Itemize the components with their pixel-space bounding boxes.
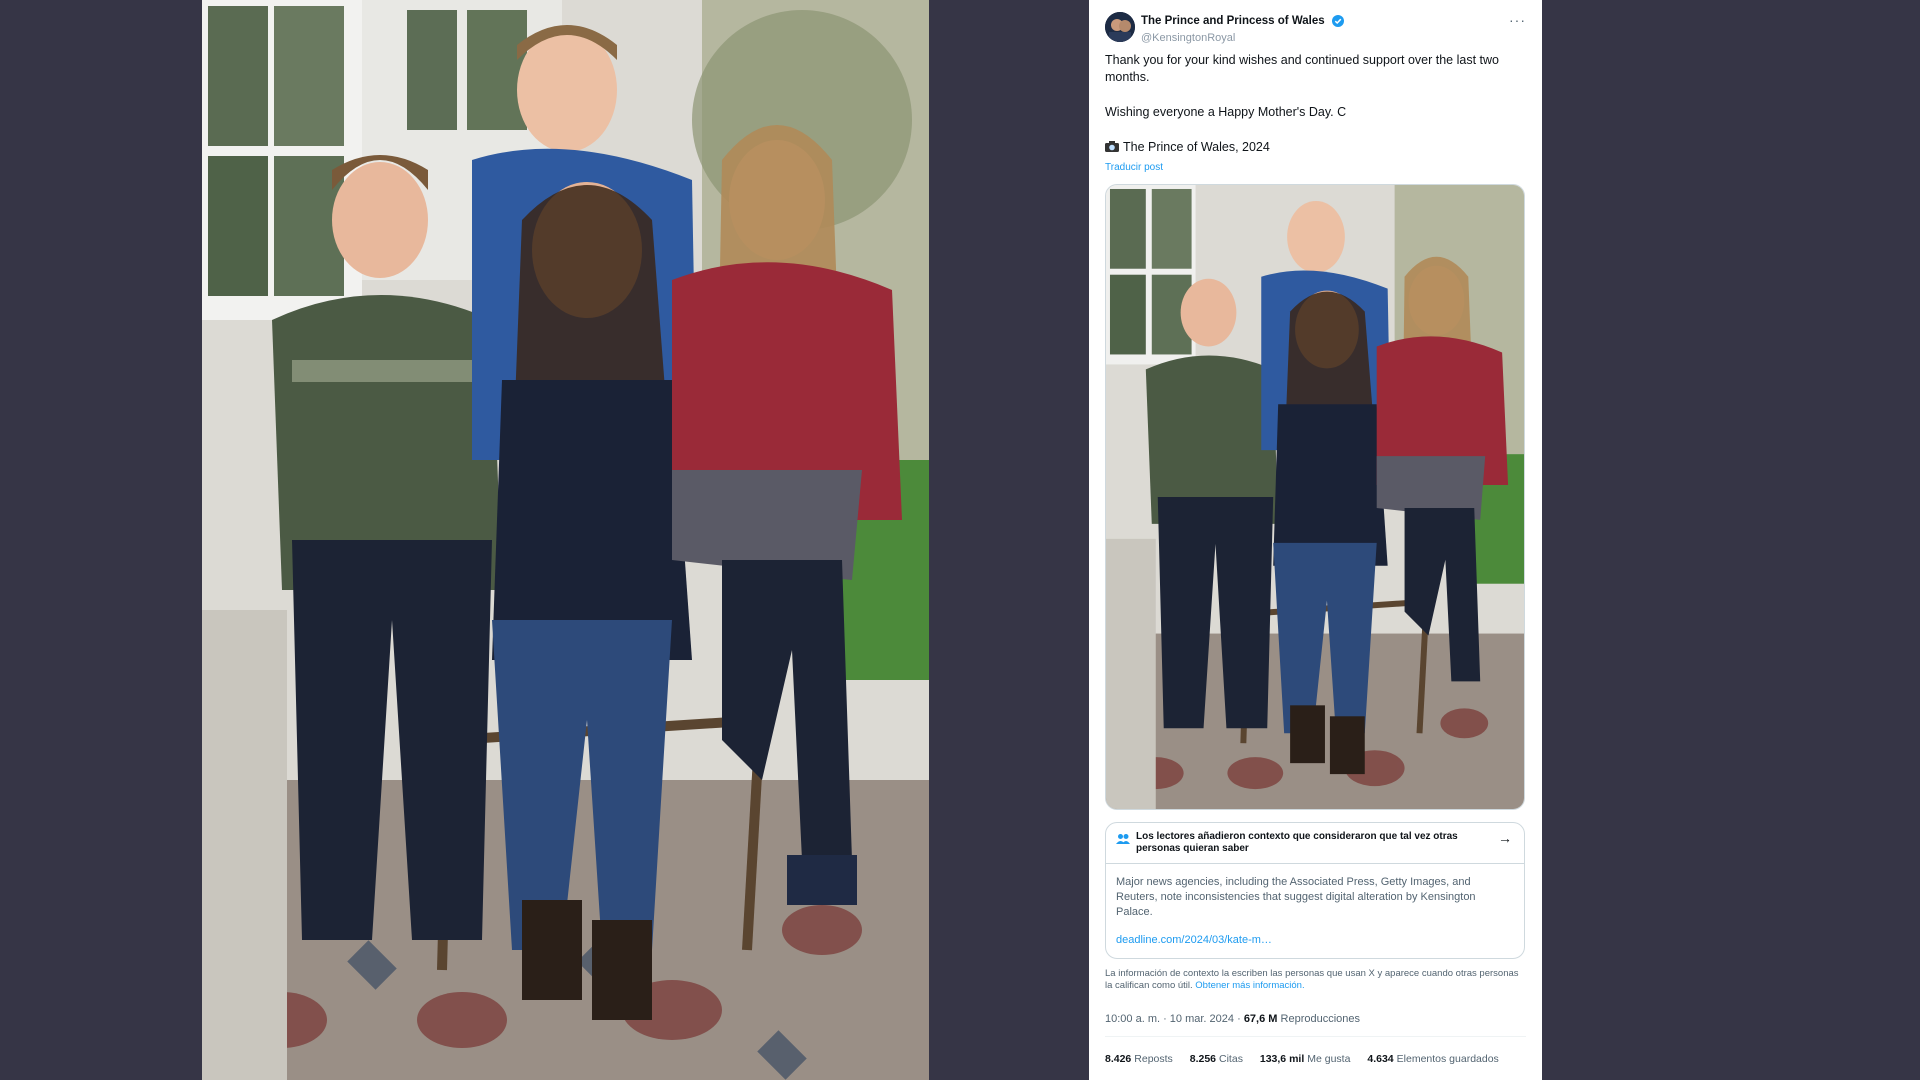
tweet-header: The Prince and Princess of Wales @Kensin…	[1105, 10, 1526, 46]
learn-more-link[interactable]: Obtener más información.	[1195, 980, 1304, 991]
tweet-photo[interactable]	[1105, 184, 1525, 810]
family-photo-large	[202, 0, 929, 1080]
arrow-right-icon[interactable]: →	[1498, 830, 1512, 846]
views-label: Reproducciones	[1280, 1013, 1361, 1025]
more-options-icon[interactable]: ···	[1509, 12, 1526, 28]
stat-label: Elementos guardados	[1396, 1053, 1499, 1065]
stat-bookmarks[interactable]: 4.634 Elementos guardados	[1367, 1053, 1498, 1065]
community-note-header[interactable]: Los lectores añadieron contexto que cons…	[1106, 823, 1524, 864]
people-icon	[1116, 834, 1130, 844]
stat-label: Citas	[1219, 1053, 1243, 1065]
translate-post-link[interactable]: Traducir post	[1105, 162, 1163, 173]
engagement-stats: 8.426 Reposts 8.256 Citas 133,6 mil Me gust…	[1105, 1053, 1513, 1065]
stat-reposts[interactable]: 8.426 Reposts	[1105, 1053, 1173, 1065]
footnote-text: La información de contexto la escriben l…	[1105, 968, 1519, 991]
tweet-text: Thank you for your kind wishes and conti…	[1105, 52, 1526, 156]
camera-icon	[1105, 141, 1119, 152]
avatar[interactable]	[1105, 12, 1135, 42]
photo-credit: The Prince of Wales, 2024	[1105, 139, 1526, 156]
stat-count: 8.256	[1189, 1053, 1217, 1065]
community-note-footnote: La información de contexto la escriben l…	[1105, 968, 1526, 992]
tweet-meta: 10:00 a. m. · 10 mar. 2024 · 67,6 M Repr…	[1105, 1013, 1360, 1025]
stat-label: Me gusta	[1307, 1053, 1351, 1065]
tweet-card: The Prince and Princess of Wales @Kensin…	[1089, 0, 1542, 1080]
timestamp[interactable]: 10:00 a. m. · 10 mar. 2024 ·	[1105, 1013, 1241, 1025]
community-note-link[interactable]: deadline.com/2024/03/kate-m…	[1116, 934, 1272, 946]
stat-count: 133,6 mil	[1259, 1053, 1305, 1065]
author-handle[interactable]: @KensingtonRoyal	[1141, 32, 1344, 44]
display-name[interactable]: The Prince and Princess of Wales	[1141, 15, 1325, 27]
author-names: The Prince and Princess of Wales @Kensin…	[1141, 12, 1345, 44]
community-note-title: Los lectores añadieron contexto que cons…	[1136, 831, 1458, 854]
stat-count: 8.426	[1105, 1053, 1132, 1065]
divider	[1105, 1036, 1526, 1037]
photo-credit-text: The Prince of Wales, 2024	[1123, 140, 1270, 154]
views-count: 67,6 M	[1243, 1013, 1278, 1025]
stat-label: Reposts	[1134, 1053, 1173, 1065]
stat-likes[interactable]: 133,6 mil Me gusta	[1260, 1053, 1351, 1065]
tweet-text-line1: Thank you for your kind wishes and conti…	[1105, 53, 1499, 84]
stat-count: 4.634	[1367, 1053, 1394, 1065]
stat-quotes[interactable]: 8.256 Citas	[1190, 1053, 1243, 1065]
verified-badge-icon	[1332, 14, 1345, 27]
community-note[interactable]: Los lectores añadieron contexto que cons…	[1105, 822, 1525, 959]
community-note-text: Major news agencies, including the Assoc…	[1116, 876, 1476, 918]
tweet-text-line2: Wishing everyone a Happy Mother's Day. C	[1105, 105, 1347, 119]
